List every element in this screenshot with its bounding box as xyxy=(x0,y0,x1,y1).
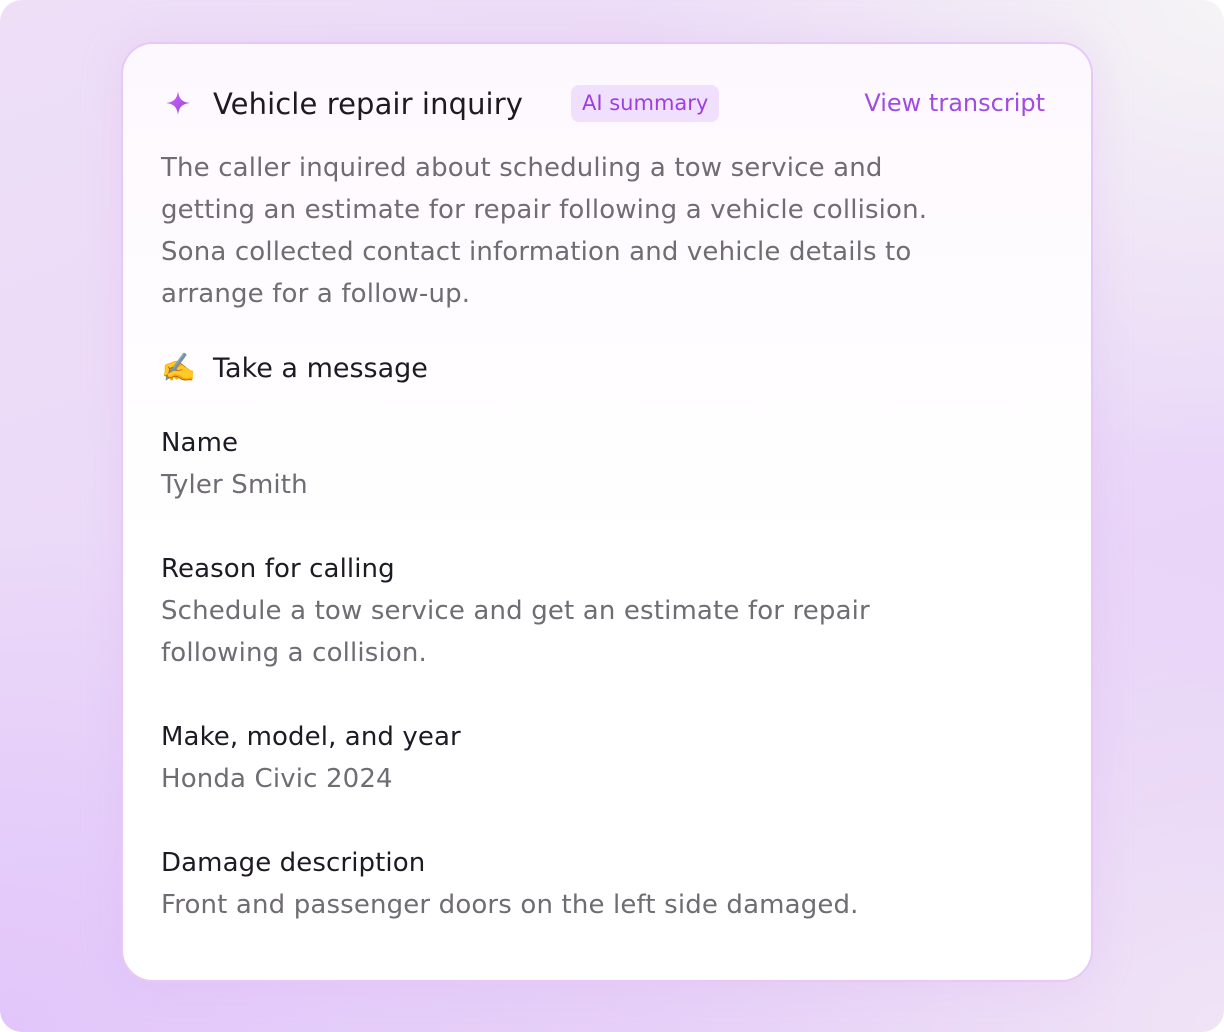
section-title: Take a message xyxy=(213,353,428,384)
field-value: Schedule a tow service and get an estima… xyxy=(161,590,1041,674)
field-value-line: Schedule a tow service and get an estima… xyxy=(161,596,870,626)
field-value: Honda Civic 2024 xyxy=(161,764,393,794)
page-background: Vehicle repair inquiry AI summary View t… xyxy=(0,0,1224,1032)
summary-line: The caller inquired about scheduling a t… xyxy=(161,153,883,183)
card-header: Vehicle repair inquiry AI summary View t… xyxy=(161,84,1045,124)
view-transcript-link[interactable]: View transcript xyxy=(864,86,1045,120)
summary-line: getting an estimate for repair following… xyxy=(161,195,928,225)
field-value: Tyler Smith xyxy=(161,470,308,500)
card-title: Vehicle repair inquiry xyxy=(213,87,523,121)
field-name: Name Tyler Smith xyxy=(161,422,1041,506)
field-value-line: following a collision. xyxy=(161,638,427,668)
field-label: Name xyxy=(161,428,239,458)
field-label: Reason for calling xyxy=(161,554,395,584)
sparkle-icon xyxy=(166,91,190,115)
field-value: Front and passenger doors on the left si… xyxy=(161,890,859,920)
ai-summary-badge: AI summary xyxy=(571,85,720,122)
field-label: Damage description xyxy=(161,848,426,878)
summary-line: Sona collected contact information and v… xyxy=(161,237,912,267)
field-make-model-year: Make, model, and year Honda Civic 2024 xyxy=(161,716,1041,800)
writing-hand-icon: ✍️ xyxy=(161,351,196,384)
summary-text: The caller inquired about scheduling a t… xyxy=(161,147,1041,315)
field-label: Make, model, and year xyxy=(161,722,461,752)
summary-line: arrange for a follow-up. xyxy=(161,279,471,309)
field-damage-description: Damage description Front and passenger d… xyxy=(161,842,1041,926)
field-reason-for-calling: Reason for calling Schedule a tow servic… xyxy=(161,548,1041,674)
call-summary-card: Vehicle repair inquiry AI summary View t… xyxy=(121,42,1093,982)
